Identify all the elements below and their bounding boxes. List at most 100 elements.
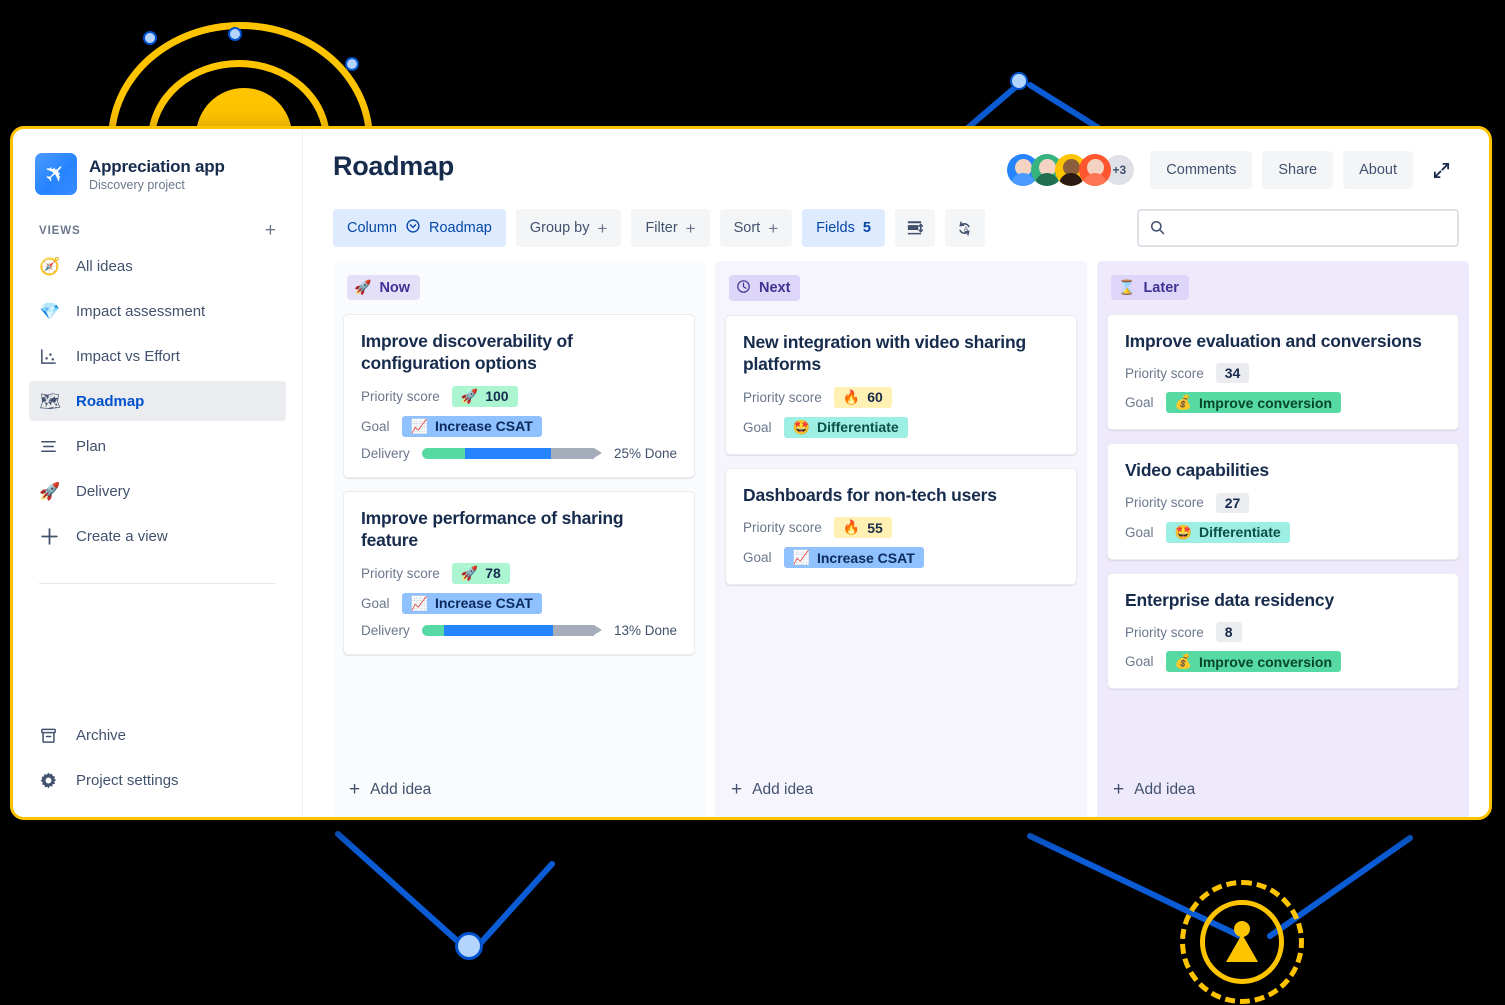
priority-badge[interactable]: 27 bbox=[1215, 492, 1250, 513]
goal-value: Increase CSAT bbox=[434, 418, 533, 435]
sidebar-item-label: Project settings bbox=[76, 771, 179, 789]
views-label: VIEWS bbox=[39, 224, 81, 237]
sidebar-item-create-a-view[interactable]: Create a view bbox=[29, 516, 286, 556]
decor-handle-point bbox=[345, 57, 359, 71]
goal-badge[interactable]: 📈 Increase CSAT bbox=[401, 415, 542, 437]
sidebar-item-label: Impact assessment bbox=[76, 302, 206, 320]
goal-value: Improve conversion bbox=[1198, 653, 1333, 670]
filter-toolbar: Column Roadmap Group by + Filter + Sort … bbox=[303, 189, 1489, 261]
board-column-now: 🚀 Now Improve discoverability of configu… bbox=[333, 261, 705, 817]
sidebar-item-delivery[interactable]: 🚀 Delivery bbox=[29, 471, 286, 511]
card-title: Improve discoverability of configuration… bbox=[361, 331, 573, 374]
search-icon bbox=[1149, 219, 1166, 241]
sidebar-item-roadmap[interactable]: 🗺 Roadmap bbox=[29, 381, 286, 421]
priority-label: Priority score bbox=[361, 388, 440, 404]
idea-card[interactable]: Enterprise data residency Priority score… bbox=[1107, 572, 1459, 690]
priority-badge[interactable]: 8 bbox=[1215, 622, 1242, 643]
sidebar-item-label: All ideas bbox=[76, 257, 133, 275]
search-container bbox=[1137, 209, 1459, 247]
goal-badge[interactable]: 🤩 Differentiate bbox=[1165, 521, 1290, 543]
sidebar-item-archive[interactable]: Archive bbox=[29, 715, 286, 755]
priority-row: Priority score 8 bbox=[1125, 622, 1441, 643]
priority-label: Priority score bbox=[1125, 624, 1204, 640]
column-title: Later bbox=[1143, 279, 1179, 296]
goal-value: Differentiate bbox=[816, 419, 899, 436]
sync-refresh-icon[interactable]: A bbox=[944, 209, 985, 247]
plus-icon: + bbox=[349, 779, 361, 800]
sidebar-item-impact-assessment[interactable]: 💎 Impact assessment bbox=[29, 291, 286, 331]
idea-card[interactable]: Dashboards for non-tech users Priority s… bbox=[725, 467, 1077, 586]
card-title: Improve evaluation and conversions bbox=[1125, 331, 1422, 351]
project-header[interactable]: ✈ Appreciation app Discovery project bbox=[29, 145, 286, 199]
priority-row: Priority score 34 bbox=[1125, 363, 1441, 384]
priority-value: 100 bbox=[485, 388, 509, 405]
sidebar-item-label: Impact vs Effort bbox=[76, 347, 180, 365]
goal-badge[interactable]: 💰 Improve conversion bbox=[1165, 651, 1342, 673]
share-button[interactable]: Share bbox=[1262, 151, 1334, 189]
priority-badge[interactable]: 🚀 78 bbox=[451, 562, 510, 584]
column-badge-later[interactable]: ⌛ Later bbox=[1111, 275, 1189, 300]
fields-chip[interactable]: Fields 5 bbox=[802, 209, 885, 247]
group-by-chip[interactable]: Group by + bbox=[515, 209, 622, 247]
column-filter-chip[interactable]: Column Roadmap bbox=[333, 209, 506, 247]
column-badge-next[interactable]: Next bbox=[729, 275, 801, 301]
priority-badge[interactable]: 🚀 100 bbox=[451, 385, 518, 407]
avatar-group[interactable]: +3 bbox=[1007, 154, 1135, 186]
comments-button[interactable]: Comments bbox=[1150, 151, 1253, 189]
priority-badge[interactable]: 34 bbox=[1215, 363, 1250, 384]
rocket-icon: 🚀 bbox=[460, 564, 479, 581]
add-view-plus-icon[interactable]: + bbox=[265, 221, 276, 240]
idea-card[interactable]: Improve evaluation and conversions Prior… bbox=[1107, 314, 1459, 431]
goal-badge[interactable]: 📈 Increase CSAT bbox=[401, 592, 542, 614]
hourglass-icon: ⌛ bbox=[1118, 279, 1136, 295]
sidebar-bottom-group: Archive Project settings bbox=[29, 715, 286, 817]
chevron-circle-down-icon bbox=[405, 218, 421, 238]
decor-handle-point bbox=[455, 932, 483, 960]
column-chip-value: Roadmap bbox=[428, 220, 492, 236]
column-title: Next bbox=[759, 280, 791, 296]
sidebar-item-impact-vs-effort[interactable]: Impact vs Effort bbox=[29, 336, 286, 376]
idea-card[interactable]: New integration with video sharing platf… bbox=[725, 315, 1077, 455]
avatar[interactable] bbox=[1079, 154, 1112, 186]
idea-card[interactable]: Improve performance of sharing feature P… bbox=[343, 490, 695, 655]
column-badge-now[interactable]: 🚀 Now bbox=[347, 275, 421, 300]
sidebar-item-project-settings[interactable]: Project settings bbox=[29, 760, 286, 800]
goal-label: Goal bbox=[1125, 524, 1154, 540]
priority-value: 60 bbox=[867, 389, 883, 406]
idea-card[interactable]: Improve discoverability of configuration… bbox=[343, 314, 695, 478]
goal-row: Goal 🤩 Differentiate bbox=[743, 416, 1059, 438]
sort-chip[interactable]: Sort + bbox=[719, 209, 793, 247]
card-title: Improve performance of sharing feature bbox=[361, 507, 624, 551]
goal-label: Goal bbox=[743, 550, 772, 566]
add-idea-button-now[interactable]: + Add idea bbox=[343, 766, 695, 817]
goal-badge[interactable]: 📈 Increase CSAT bbox=[783, 547, 924, 569]
expand-diagonal-icon[interactable] bbox=[1423, 152, 1459, 188]
topbar-actions: +3 Comments Share About bbox=[1007, 151, 1459, 189]
priority-badge[interactable]: 🔥 55 bbox=[833, 517, 892, 539]
goal-badge[interactable]: 💰 Improve conversion bbox=[1165, 392, 1342, 414]
archive-icon bbox=[39, 726, 61, 745]
row-height-icon[interactable] bbox=[894, 209, 935, 247]
goal-badge[interactable]: 🤩 Differentiate bbox=[783, 416, 908, 438]
decor-valley-lines bbox=[335, 831, 555, 949]
column-title: Now bbox=[379, 279, 411, 296]
idea-card[interactable]: Video capabilities Priority score 27 Goa… bbox=[1107, 443, 1459, 560]
group-by-label: Group by bbox=[529, 220, 590, 236]
about-button[interactable]: About bbox=[1343, 151, 1413, 189]
sidebar-item-plan[interactable]: Plan bbox=[29, 426, 286, 466]
priority-badge[interactable]: 🔥 60 bbox=[833, 386, 892, 408]
star-struck-icon: 🤩 bbox=[1174, 523, 1192, 540]
map-icon: 🗺 bbox=[39, 391, 61, 411]
search-input[interactable] bbox=[1137, 209, 1459, 247]
priority-row: Priority score 🔥 55 bbox=[743, 517, 1059, 539]
card-title: Video capabilities bbox=[1125, 460, 1269, 481]
priority-value: 8 bbox=[1224, 624, 1233, 641]
goal-value: Improve conversion bbox=[1198, 394, 1333, 411]
add-idea-button-next[interactable]: + Add idea bbox=[725, 766, 1077, 817]
filter-chip[interactable]: Filter + bbox=[631, 209, 710, 247]
compass-icon: 🧭 bbox=[39, 256, 61, 276]
priority-label: Priority score bbox=[1125, 495, 1204, 511]
add-idea-button-later[interactable]: + Add idea bbox=[1107, 766, 1459, 817]
rocket-icon: 🚀 bbox=[460, 387, 479, 404]
sidebar-item-all-ideas[interactable]: 🧭 All ideas bbox=[29, 246, 286, 286]
